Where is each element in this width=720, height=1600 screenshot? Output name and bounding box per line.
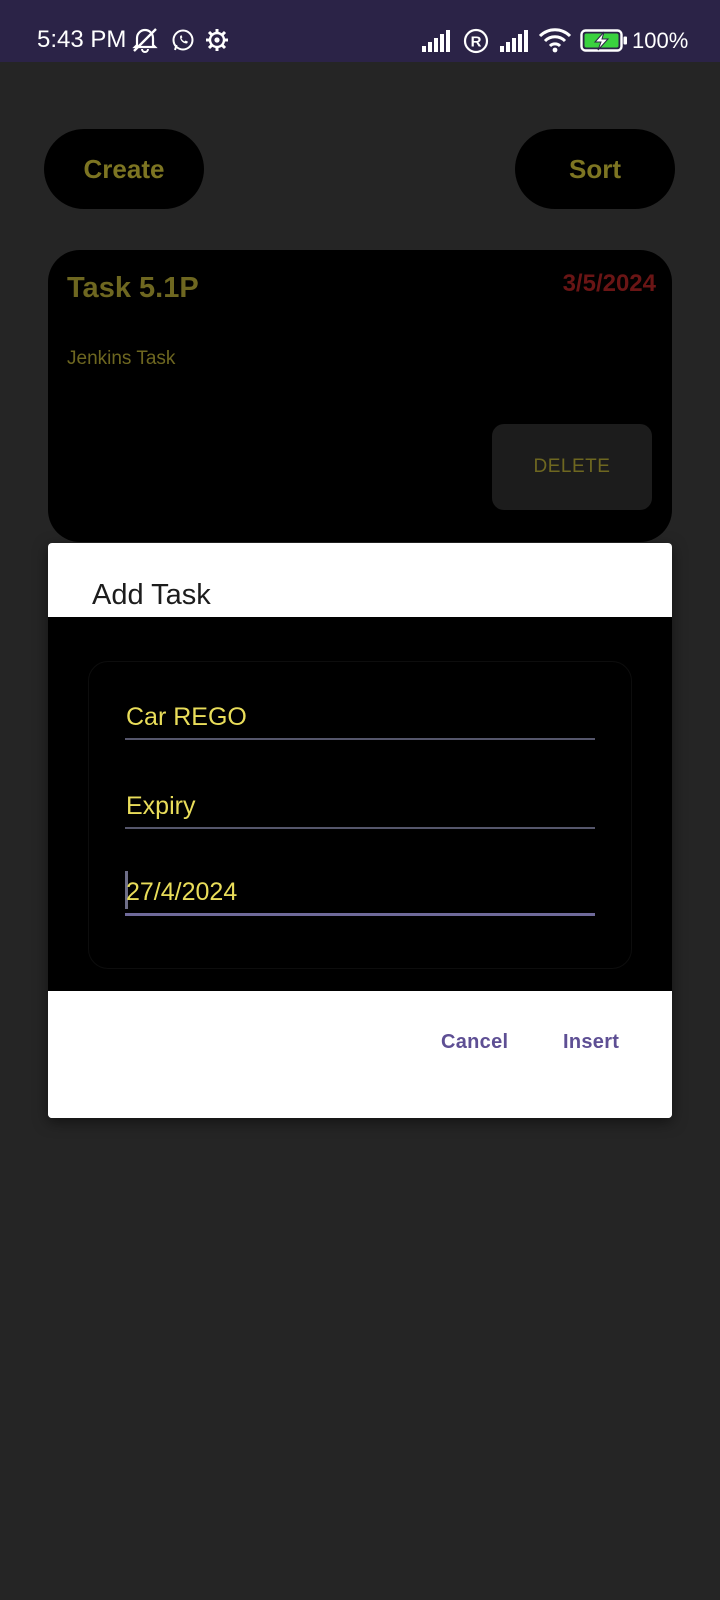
registered-icon: R — [463, 28, 489, 54]
dialog-actions: Cancel Insert — [48, 991, 672, 1118]
wifi-icon — [538, 28, 572, 53]
sort-button[interactable]: Sort — [515, 129, 675, 209]
task-date: 3/5/2024 — [562, 270, 656, 297]
task-card[interactable]: Task 5.1P 3/5/2024 Jenkins Task DELETE — [48, 250, 672, 542]
whatsapp-icon — [172, 29, 194, 51]
task-description-field[interactable]: Expiry — [125, 779, 595, 829]
svg-text:R: R — [471, 34, 482, 51]
signal-icon — [422, 30, 450, 52]
settings-gear-icon — [206, 29, 228, 51]
dialog-body: Car REGO Expiry 27/4/2024 — [48, 617, 672, 991]
status-bar: 5:43 PM R 100% — [0, 0, 720, 62]
task-date-field[interactable]: 27/4/2024 — [125, 866, 595, 916]
insert-button[interactable]: Insert — [563, 1031, 619, 1054]
app-screen: 5:43 PM R 100% Create Sort Task 5.1P 3/5… — [0, 0, 720, 1600]
battery-charging-icon — [580, 29, 627, 52]
signal-icon — [500, 30, 528, 52]
task-name-value: Car REGO — [126, 703, 247, 731]
task-description: Jenkins Task — [67, 348, 176, 369]
dialog-title: Add Task — [92, 579, 211, 611]
task-title: Task 5.1P — [67, 272, 199, 304]
task-date-value: 27/4/2024 — [126, 878, 238, 906]
battery-percent: 100% — [632, 28, 689, 53]
task-form: Car REGO Expiry 27/4/2024 — [88, 661, 632, 969]
task-name-field[interactable]: Car REGO — [125, 690, 595, 740]
status-time: 5:43 PM — [37, 26, 127, 53]
task-description-value: Expiry — [126, 792, 196, 820]
create-button[interactable]: Create — [44, 129, 204, 209]
delete-button[interactable]: DELETE — [492, 424, 652, 510]
cancel-button[interactable]: Cancel — [441, 1031, 508, 1054]
add-task-dialog: Add Task Car REGO Expiry 27/4/2024 Cance… — [48, 543, 672, 1118]
mute-icon — [132, 28, 158, 53]
